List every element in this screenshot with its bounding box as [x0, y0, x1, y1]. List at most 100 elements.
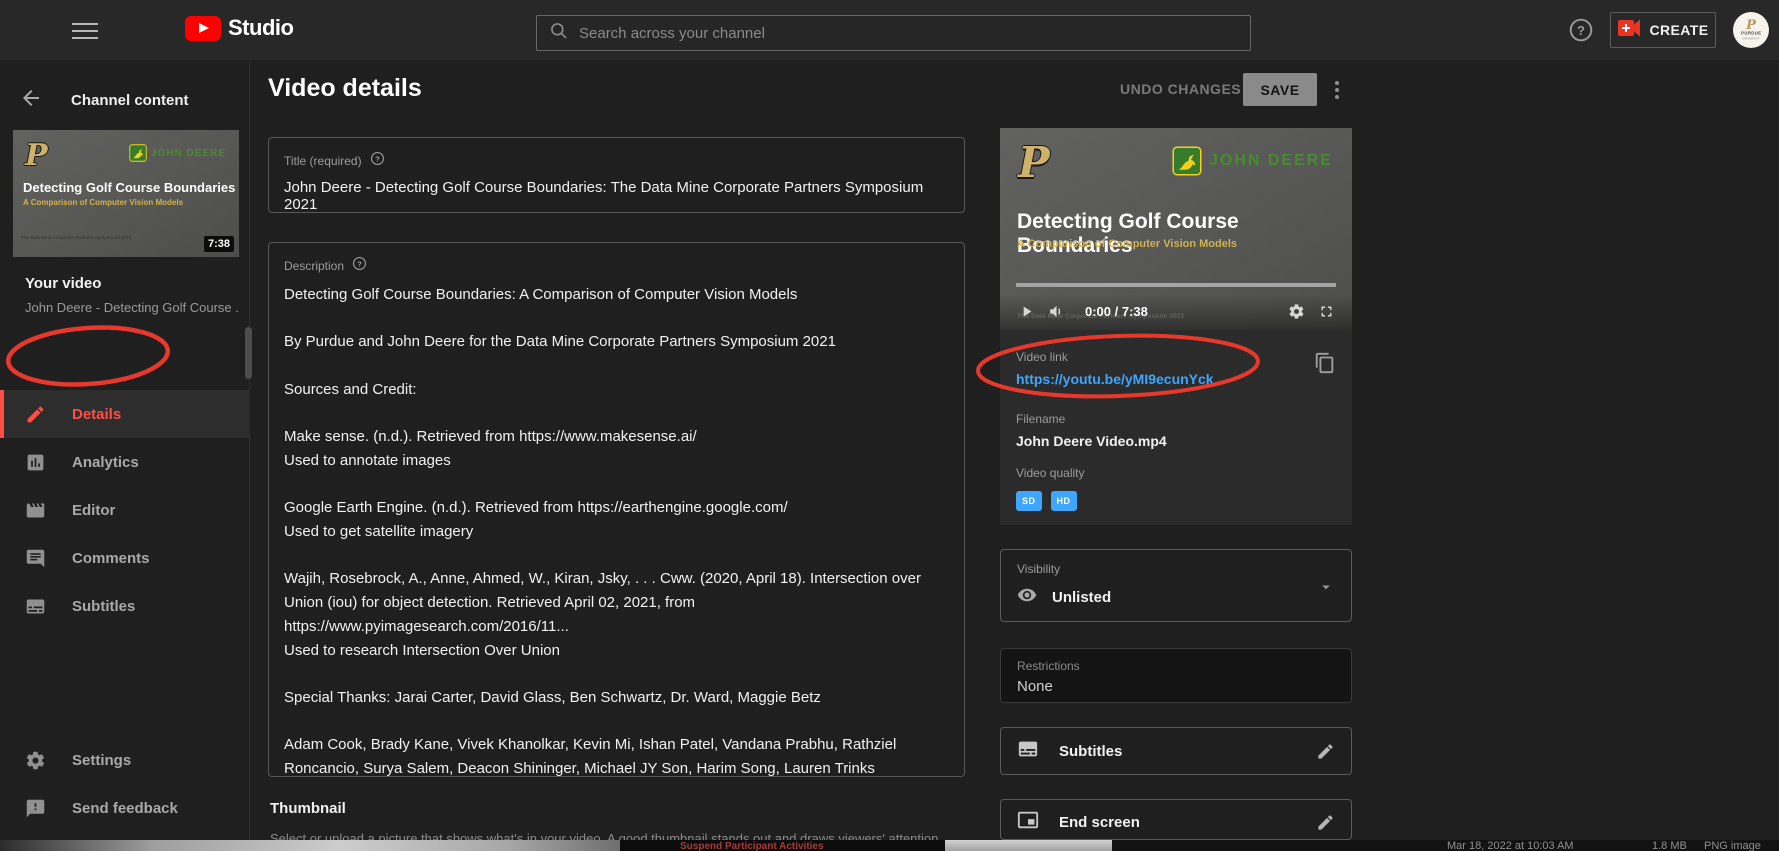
video-link-label: Video link	[1016, 350, 1068, 364]
fullscreen-icon[interactable]	[1318, 303, 1335, 325]
sidebar-item-details[interactable]: Details	[0, 390, 250, 438]
edit-pencil-icon[interactable]	[1316, 813, 1335, 832]
feedback-icon	[25, 798, 47, 819]
sidebar: Channel content P JOHN DEERE Detecting G…	[0, 60, 250, 840]
file-date: Mar 18, 2022 at 10:03 AM	[1447, 840, 1574, 851]
sd-badge: SD	[1016, 491, 1042, 511]
sidebar-item-label: Details	[72, 406, 121, 423]
video-player[interactable]: P JOHN DEERE Detecting Golf Course Bound…	[1000, 128, 1352, 330]
help-icon[interactable]: ?	[1568, 17, 1594, 43]
description-field[interactable]: Description ? Detecting Golf Course Boun…	[268, 242, 965, 777]
search-input[interactable]	[579, 25, 1238, 42]
scrollbar-thumb[interactable]	[245, 327, 252, 379]
sidebar-item-label: Subtitles	[72, 598, 135, 615]
title-field-label: Title (required)	[284, 154, 362, 168]
edit-pencil-icon[interactable]	[1316, 742, 1335, 761]
preview-footer-bar: Suspend Participant Activities Mar 18, 2…	[0, 840, 1779, 851]
visibility-card[interactable]: Visibility Unlisted	[1000, 549, 1352, 622]
search-icon	[549, 21, 569, 46]
sidebar-item-editor[interactable]: Editor	[0, 486, 250, 534]
top-bar: Studio ? CREATE P PURDUE UNIVERSITY	[0, 0, 1779, 60]
your-video-heading: Your video	[25, 275, 101, 292]
editor-icon	[25, 500, 47, 521]
player-settings-gear-icon[interactable]	[1288, 303, 1305, 325]
create-video-icon	[1618, 19, 1642, 42]
description-field-value[interactable]: Detecting Golf Course Boundaries: A Comp…	[284, 283, 949, 781]
video-link-url[interactable]: https://youtu.be/yMI9ecunYck	[1016, 371, 1214, 387]
title-field-value[interactable]: John Deere - Detecting Golf Course Bound…	[284, 179, 949, 213]
video-title-snippet: John Deere - Detecting Golf Course ...	[25, 300, 240, 315]
subtitles-card[interactable]: Subtitles	[1000, 727, 1352, 775]
pencil-icon	[25, 404, 47, 425]
sidebar-item-comments[interactable]: Comments	[0, 534, 250, 582]
subtitles-icon	[1017, 738, 1039, 765]
end-screen-card-label: End screen	[1059, 814, 1296, 831]
file-size: 1.8 MB	[1652, 840, 1687, 851]
purdue-logo: P	[25, 138, 48, 173]
sidebar-item-label: Comments	[72, 550, 150, 567]
slide-title: Detecting Golf Course Boundaries	[1017, 210, 1352, 258]
avatar-purdue-initial: P	[1746, 20, 1756, 31]
undo-changes-button[interactable]: UNDO CHANGES	[1120, 81, 1241, 97]
sidebar-item-subtitles[interactable]: Subtitles	[0, 582, 250, 630]
video-info-panel: Video link https://youtu.be/yMI9ecunYck …	[1000, 330, 1352, 525]
cutoff-text: Suspend Participant Activities	[680, 841, 824, 851]
chevron-down-icon[interactable]	[1317, 578, 1335, 601]
sidebar-item-label: Send feedback	[72, 800, 178, 817]
page-title: Video details	[268, 74, 422, 103]
kebab-menu-icon[interactable]	[1328, 76, 1346, 104]
file-kind: PNG image	[1704, 840, 1761, 851]
svg-text:?: ?	[1577, 23, 1585, 38]
sidebar-item-send-feedback[interactable]: Send feedback	[0, 784, 250, 832]
youtube-play-icon	[185, 16, 221, 41]
channel-search	[536, 15, 1251, 51]
thumb-title: Detecting Golf Course Boundaries	[23, 180, 235, 195]
player-controls: 0:00 / 7:38	[1000, 294, 1352, 330]
restrictions-label: Restrictions	[1017, 659, 1080, 673]
purdue-logo: P	[1018, 138, 1050, 187]
create-label: CREATE	[1650, 22, 1709, 38]
save-button[interactable]: SAVE	[1243, 73, 1317, 106]
back-row: Channel content	[0, 80, 250, 120]
john-deere-logo: JOHN DEERE	[1172, 146, 1333, 176]
slide-subtitle: A Comparison of Computer Vision Models	[1017, 238, 1237, 250]
visibility-value: Unlisted	[1052, 589, 1111, 606]
analytics-icon	[25, 452, 47, 473]
sidebar-item-label: Editor	[72, 502, 115, 519]
youtube-studio-app: Studio ? CREATE P PURDUE UNIVERSITY	[0, 0, 1779, 851]
end-screen-card[interactable]: End screen	[1000, 799, 1352, 840]
title-field[interactable]: Title (required) ? John Deere - Detectin…	[268, 137, 965, 213]
create-button[interactable]: CREATE	[1610, 12, 1716, 48]
hd-badge: HD	[1051, 491, 1077, 511]
visibility-label: Visibility	[1017, 562, 1060, 576]
copy-icon[interactable]	[1314, 352, 1336, 379]
player-progress-bar[interactable]	[1016, 283, 1336, 287]
cutoff-thumbnail-strip	[945, 840, 1112, 851]
back-arrow-icon[interactable]	[19, 86, 43, 115]
svg-text:?: ?	[375, 154, 380, 163]
play-icon[interactable]	[1018, 303, 1035, 325]
sidebar-item-label: Settings	[72, 752, 131, 769]
subtitles-icon	[25, 596, 47, 617]
sidebar-item-settings[interactable]: Settings	[0, 736, 250, 784]
studio-logo[interactable]: Studio	[185, 15, 293, 41]
help-circle-icon[interactable]: ?	[352, 256, 367, 276]
back-label: Channel content	[71, 92, 189, 109]
video-thumbnail[interactable]: P JOHN DEERE Detecting Golf Course Bound…	[13, 130, 239, 257]
thumbnail-section-heading: Thumbnail	[270, 800, 346, 817]
help-circle-icon[interactable]: ?	[370, 151, 385, 171]
thumb-footer: The Data Mine Corporate Partners Symposi…	[21, 236, 131, 240]
volume-icon[interactable]	[1048, 303, 1065, 325]
hamburger-menu-icon[interactable]	[72, 18, 98, 42]
brand-text: Studio	[228, 15, 293, 41]
john-deere-logo: JOHN DEERE	[129, 144, 226, 162]
end-screen-icon	[1017, 809, 1039, 836]
sidebar-item-analytics[interactable]: Analytics	[0, 438, 250, 486]
subtitles-card-label: Subtitles	[1059, 743, 1296, 760]
sidebar-item-label: Analytics	[72, 454, 139, 471]
duration-badge: 7:38	[204, 236, 234, 252]
filename-label: Filename	[1016, 412, 1065, 426]
account-avatar[interactable]: P PURDUE UNIVERSITY	[1733, 12, 1769, 48]
filename-value: John Deere Video.mp4	[1016, 433, 1167, 449]
player-time: 0:00 / 7:38	[1085, 304, 1148, 319]
